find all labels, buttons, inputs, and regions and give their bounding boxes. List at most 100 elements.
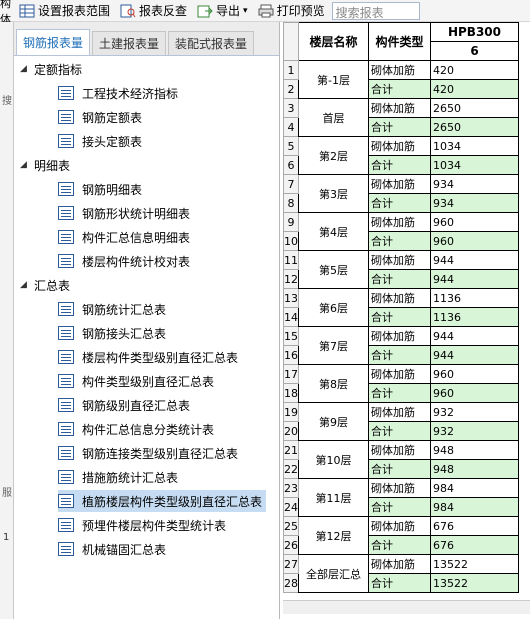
table-row[interactable]: 5 第2层 砌体加筋 1034 bbox=[283, 136, 519, 175]
floor-cell[interactable]: 第8层 bbox=[298, 364, 369, 403]
value-cell[interactable]: 676 bbox=[430, 535, 519, 555]
horizontal-scrollbar[interactable] bbox=[283, 600, 530, 614]
value-cell[interactable]: 948 bbox=[430, 440, 519, 460]
type-cell[interactable]: 砌体加筋 bbox=[368, 364, 431, 384]
type-cell[interactable]: 合计 bbox=[368, 497, 431, 517]
value-cell[interactable]: 932 bbox=[430, 421, 519, 441]
type-cell[interactable]: 砌体加筋 bbox=[368, 136, 431, 156]
tree-group[interactable]: ◢ 定额指标 bbox=[20, 58, 82, 80]
table-row[interactable]: 25 第12层 砌体加筋 676 bbox=[283, 516, 519, 555]
type-cell[interactable]: 合计 bbox=[368, 345, 431, 365]
type-cell[interactable]: 砌体加筋 bbox=[368, 212, 431, 232]
tree-group[interactable]: ◢ 汇总表 bbox=[20, 274, 70, 296]
type-cell[interactable]: 砌体加筋 bbox=[368, 98, 431, 118]
type-cell[interactable]: 合计 bbox=[368, 573, 431, 593]
floor-cell[interactable]: 第2层 bbox=[298, 136, 369, 175]
type-cell[interactable]: 砌体加筋 bbox=[368, 402, 431, 422]
tree-item[interactable]: 钢筋接头汇总表 bbox=[58, 322, 170, 344]
value-cell[interactable]: 944 bbox=[430, 326, 519, 346]
table-row[interactable]: 9 第4层 砌体加筋 960 bbox=[283, 212, 519, 251]
value-cell[interactable]: 420 bbox=[430, 79, 519, 99]
tree-item[interactable]: 钢筋形状统计明细表 bbox=[58, 202, 194, 224]
value-cell[interactable]: 984 bbox=[430, 478, 519, 498]
table-row[interactable]: 27 全部层汇总 砌体加筋 13522 bbox=[283, 554, 519, 593]
value-cell[interactable]: 2650 bbox=[430, 117, 519, 137]
floor-cell[interactable]: 第-1层 bbox=[298, 60, 369, 99]
type-cell[interactable]: 合计 bbox=[368, 193, 431, 213]
floor-cell[interactable]: 第10层 bbox=[298, 440, 369, 479]
value-cell[interactable]: 960 bbox=[430, 383, 519, 403]
table-row[interactable]: 19 第9层 砌体加筋 932 bbox=[283, 402, 519, 441]
value-cell[interactable]: 1136 bbox=[430, 288, 519, 308]
value-cell[interactable]: 1034 bbox=[430, 155, 519, 175]
report-lookup-button[interactable]: 报表反查 bbox=[115, 0, 192, 22]
floor-cell[interactable]: 第11层 bbox=[298, 478, 369, 517]
floor-cell[interactable]: 第4层 bbox=[298, 212, 369, 251]
value-cell[interactable]: 1136 bbox=[430, 307, 519, 327]
type-cell[interactable]: 砌体加筋 bbox=[368, 478, 431, 498]
type-cell[interactable]: 砌体加筋 bbox=[368, 516, 431, 536]
floor-cell[interactable]: 第9层 bbox=[298, 402, 369, 441]
set-report-range-button[interactable]: 设置报表范围 bbox=[14, 0, 115, 22]
table-row[interactable]: 21 第10层 砌体加筋 948 bbox=[283, 440, 519, 479]
type-cell[interactable]: 砌体加筋 bbox=[368, 250, 431, 270]
type-cell[interactable]: 合计 bbox=[368, 421, 431, 441]
tree-item[interactable]: 楼层构件统计校对表 bbox=[58, 250, 194, 272]
tree-item[interactable]: 钢筋明细表 bbox=[58, 178, 146, 200]
tree-item[interactable]: 构件汇总信息明细表 bbox=[58, 226, 194, 248]
table-row[interactable]: 3 首层 砌体加筋 2650 bbox=[283, 98, 519, 137]
value-cell[interactable]: 932 bbox=[430, 402, 519, 422]
value-cell[interactable]: 676 bbox=[430, 516, 519, 536]
collapse-triangle-icon[interactable]: ◢ bbox=[20, 280, 34, 290]
type-cell[interactable]: 砌体加筋 bbox=[368, 326, 431, 346]
tree-item[interactable]: 植筋楼层构件类型级别直径汇总表 bbox=[58, 490, 267, 512]
type-cell[interactable]: 合计 bbox=[368, 535, 431, 555]
value-cell[interactable]: 934 bbox=[430, 193, 519, 213]
tab-civil-report[interactable]: 土建报表量 bbox=[92, 31, 167, 55]
tree-item[interactable]: 预埋件楼层构件类型统计表 bbox=[58, 514, 230, 536]
tree-item[interactable]: 措施筋统计汇总表 bbox=[58, 466, 182, 488]
table-row[interactable]: 1 第-1层 砌体加筋 420 bbox=[283, 60, 519, 99]
type-cell[interactable]: 砌体加筋 bbox=[368, 440, 431, 460]
table-row[interactable]: 7 第3层 砌体加筋 934 bbox=[283, 174, 519, 213]
collapse-triangle-icon[interactable]: ◢ bbox=[20, 64, 34, 74]
tab-prefab-report[interactable]: 装配式报表量 bbox=[168, 31, 255, 55]
floor-cell[interactable]: 第5层 bbox=[298, 250, 369, 289]
value-cell[interactable]: 13522 bbox=[430, 573, 519, 593]
type-cell[interactable]: 合计 bbox=[368, 269, 431, 289]
floor-cell[interactable]: 第12层 bbox=[298, 516, 369, 555]
tab-rebar-report[interactable]: 钢筋报表量 bbox=[16, 29, 91, 55]
value-cell[interactable]: 13522 bbox=[430, 554, 519, 574]
print-preview-button[interactable]: 打印预览 bbox=[253, 0, 330, 22]
collapse-triangle-icon[interactable]: ◢ bbox=[20, 160, 34, 170]
floor-cell[interactable]: 第6层 bbox=[298, 288, 369, 327]
type-cell[interactable]: 合计 bbox=[368, 231, 431, 251]
value-cell[interactable]: 984 bbox=[430, 497, 519, 517]
tree-item[interactable]: 楼层构件类型级别直径汇总表 bbox=[58, 346, 242, 368]
value-cell[interactable]: 934 bbox=[430, 174, 519, 194]
table-row[interactable]: 15 第7层 砌体加筋 944 bbox=[283, 326, 519, 365]
value-cell[interactable]: 948 bbox=[430, 459, 519, 479]
floor-cell[interactable]: 全部层汇总 bbox=[298, 554, 369, 593]
tree-item[interactable]: 钢筋定额表 bbox=[58, 106, 146, 128]
value-cell[interactable]: 944 bbox=[430, 250, 519, 270]
value-cell[interactable]: 960 bbox=[430, 212, 519, 232]
table-row[interactable]: 23 第11层 砌体加筋 984 bbox=[283, 478, 519, 517]
tree-item[interactable]: 钢筋级别直径汇总表 bbox=[58, 394, 194, 416]
type-cell[interactable]: 砌体加筋 bbox=[368, 60, 431, 80]
type-cell[interactable]: 合计 bbox=[368, 459, 431, 479]
tree-item[interactable]: 工程技术经济指标 bbox=[58, 82, 182, 104]
table-row[interactable]: 11 第5层 砌体加筋 944 bbox=[283, 250, 519, 289]
floor-cell[interactable]: 首层 bbox=[298, 98, 369, 137]
search-input[interactable]: 搜索报表 bbox=[331, 1, 420, 20]
tree-group[interactable]: ◢ 明细表 bbox=[20, 154, 70, 176]
tree-item[interactable]: 机械锚固汇总表 bbox=[58, 538, 170, 560]
export-button[interactable]: 导出 ▾ bbox=[192, 0, 253, 22]
type-cell[interactable]: 砌体加筋 bbox=[368, 554, 431, 574]
type-cell[interactable]: 砌体加筋 bbox=[368, 174, 431, 194]
tree-item[interactable]: 钢筋统计汇总表 bbox=[58, 298, 170, 320]
type-cell[interactable]: 合计 bbox=[368, 79, 431, 99]
type-cell[interactable]: 合计 bbox=[368, 307, 431, 327]
table-row[interactable]: 17 第8层 砌体加筋 960 bbox=[283, 364, 519, 403]
tree-item[interactable]: 构件汇总信息分类统计表 bbox=[58, 418, 218, 440]
